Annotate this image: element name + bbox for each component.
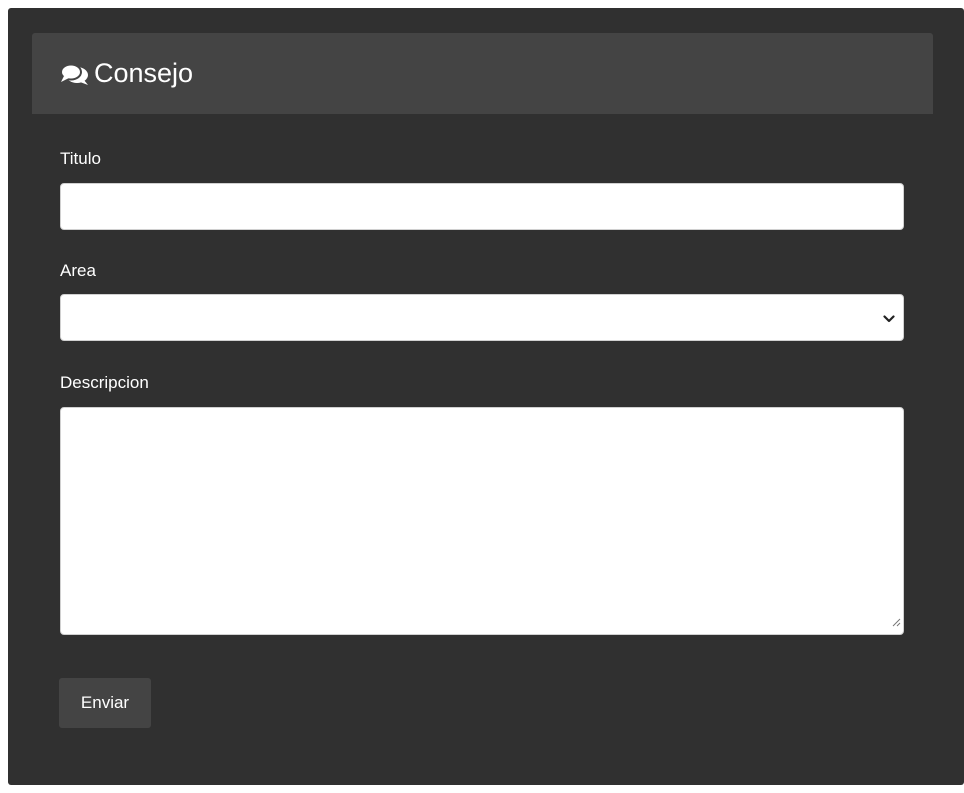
area-select[interactable] bbox=[60, 294, 904, 341]
titulo-input[interactable] bbox=[60, 183, 904, 230]
titulo-label: Titulo bbox=[60, 149, 101, 168]
card-title: Consejo bbox=[60, 60, 193, 87]
enviar-button[interactable]: Enviar bbox=[59, 678, 151, 728]
area-select-wrapper bbox=[60, 294, 904, 341]
descripcion-label: Descripcion bbox=[60, 373, 149, 392]
card-title-text: Consejo bbox=[94, 58, 194, 88]
page-background bbox=[8, 8, 964, 785]
descripcion-wrapper bbox=[60, 407, 904, 635]
card-header: Consejo bbox=[32, 33, 933, 114]
comments-icon bbox=[60, 62, 90, 86]
descripcion-textarea[interactable] bbox=[60, 407, 904, 635]
area-label: Area bbox=[60, 261, 96, 280]
